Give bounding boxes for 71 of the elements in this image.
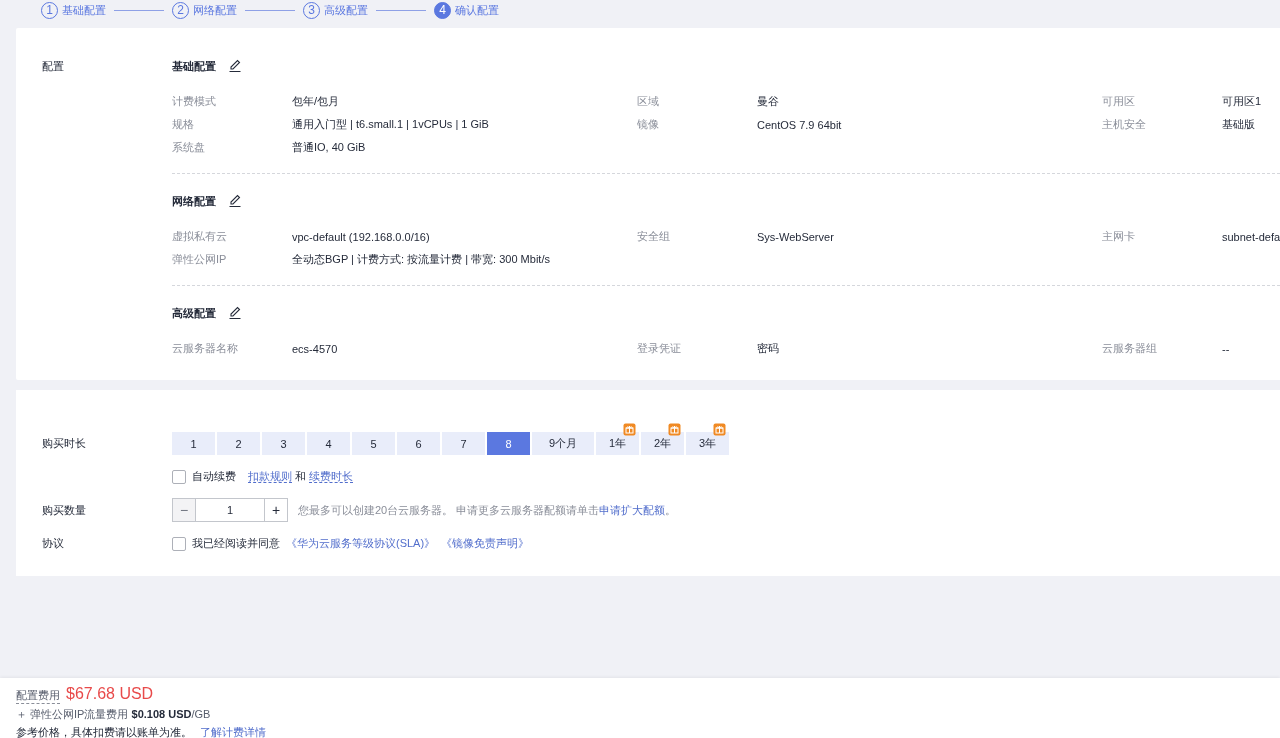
field-value: 曼谷 bbox=[757, 94, 780, 109]
step-label: 基础配置 bbox=[62, 2, 106, 18]
checkbox-label: 自动续费 bbox=[192, 469, 236, 484]
duration-option[interactable]: 4 bbox=[307, 432, 350, 455]
field-value: ecs-4570 bbox=[292, 342, 339, 355]
duration-option[interactable]: 7 bbox=[442, 432, 485, 455]
duration-option[interactable]: 3年 bbox=[686, 432, 729, 455]
section-label: 配置 bbox=[42, 59, 65, 74]
duration-option[interactable]: 6 bbox=[397, 432, 440, 455]
section-title: 高级配置 bbox=[172, 305, 216, 321]
duration-option[interactable]: 5 bbox=[352, 432, 395, 455]
section-title: 基础配置 bbox=[172, 58, 216, 74]
link[interactable]: 申请扩大配额 bbox=[599, 503, 666, 516]
link[interactable]: 《镜像免责声明》 bbox=[441, 536, 530, 551]
field-label: 规格 bbox=[172, 117, 195, 132]
duration-option[interactable]: 3 bbox=[262, 432, 305, 455]
link[interactable]: 续费时长 bbox=[309, 470, 354, 483]
field-value: 通用入门型 | t6.small.1 | 1vCPUs | 1 GiB bbox=[292, 117, 490, 132]
checkbox[interactable] bbox=[172, 469, 186, 484]
field-label: 区域 bbox=[637, 94, 660, 109]
traffic-fee: ＋ 弹性公网IP流量费用 $0.108 USD/GB bbox=[16, 707, 212, 722]
duration-option[interactable]: 2年 bbox=[641, 432, 684, 455]
step-label: 高级配置 bbox=[324, 2, 368, 18]
duration-option[interactable]: 9个月 bbox=[532, 432, 594, 455]
price-value: $67.68 USD bbox=[66, 685, 154, 703]
field-value: subnet-defa bbox=[1222, 230, 1280, 243]
field-label: 主机安全 bbox=[1102, 117, 1147, 132]
quota-hint: 您最多可以创建20台云服务器。 申请更多云服务器配额请单击申请扩大配额。 bbox=[298, 502, 677, 518]
field-value: 全动态BGP | 计费方式: 按流量计费 | 带宽: 300 Mbit/s bbox=[292, 252, 551, 267]
edit-icon[interactable] bbox=[228, 306, 242, 320]
field-label: 主网卡 bbox=[1102, 229, 1136, 244]
step-label: 确认配置 bbox=[455, 2, 499, 18]
field-value: 可用区1 bbox=[1222, 94, 1263, 109]
duration-option[interactable]: 8 bbox=[487, 432, 530, 455]
link[interactable]: 扣款规则 bbox=[248, 470, 292, 483]
duration-option[interactable]: 1 bbox=[172, 432, 215, 455]
field-label: 计费模式 bbox=[172, 94, 217, 109]
step-label: 网络配置 bbox=[193, 2, 237, 18]
field-value: 包年/包月 bbox=[292, 94, 341, 109]
field-value: 基础版 bbox=[1222, 117, 1256, 132]
field-label: 安全组 bbox=[637, 229, 671, 244]
section-title: 网络配置 bbox=[172, 193, 216, 209]
price-label: 配置费用 bbox=[16, 688, 60, 704]
step-number: 4 bbox=[434, 1, 451, 19]
form-label: 协议 bbox=[42, 536, 65, 551]
duration-option[interactable]: 2 bbox=[217, 432, 260, 455]
field-label: 系统盘 bbox=[172, 140, 206, 155]
field-label: 云服务器组 bbox=[1102, 341, 1158, 356]
edit-icon[interactable] bbox=[228, 59, 242, 73]
link[interactable]: 《华为云服务等级协议(SLA)》 bbox=[286, 536, 436, 551]
field-label: 可用区 bbox=[1102, 94, 1136, 109]
form-label: 购买数量 bbox=[42, 502, 87, 518]
field-value: 密码 bbox=[757, 341, 780, 356]
link[interactable]: 了解计费详情 bbox=[200, 725, 266, 738]
field-value: vpc-default (192.168.0.0/16) bbox=[292, 230, 431, 243]
edit-icon[interactable] bbox=[228, 194, 242, 208]
field-label: 登录凭证 bbox=[637, 341, 682, 356]
field-label: 弹性公网IP bbox=[172, 252, 228, 267]
checkbox-label: 我已经阅读并同意 bbox=[192, 536, 280, 551]
form-label: 购买时长 bbox=[42, 436, 87, 451]
field-label: 云服务器名称 bbox=[172, 341, 239, 356]
field-value: CentOS 7.9 64bit bbox=[757, 118, 843, 131]
field-value: Sys-WebServer bbox=[757, 230, 835, 243]
duration-option[interactable]: 1年 bbox=[596, 432, 639, 455]
price-note: 参考价格，具体扣费请以账单为准。 bbox=[16, 725, 192, 738]
renew-links: 扣款规则 和 续费时长 bbox=[248, 469, 354, 484]
checkbox[interactable] bbox=[172, 536, 186, 551]
field-label: 镜像 bbox=[637, 117, 660, 132]
field-value: -- bbox=[1222, 342, 1231, 355]
field-value: 普通IO, 40 GiB bbox=[292, 140, 367, 155]
field-label: 虚拟私有云 bbox=[172, 229, 228, 244]
